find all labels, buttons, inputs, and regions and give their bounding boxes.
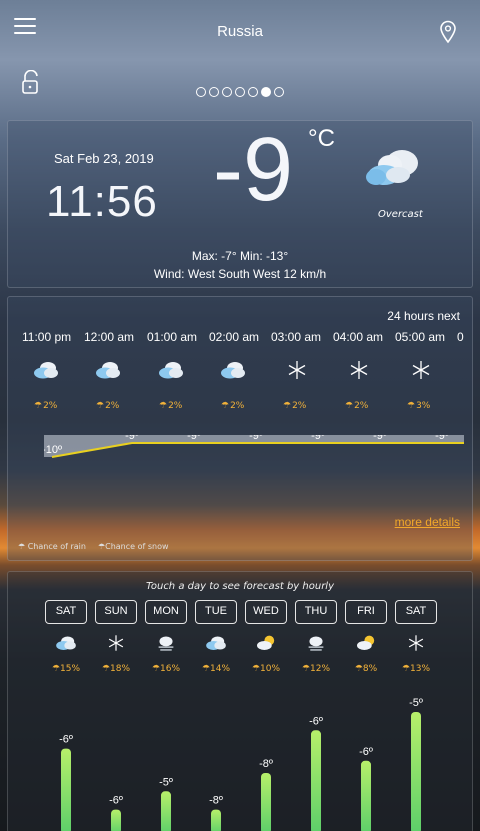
legend-snow: ☂Chance of snow (98, 542, 169, 551)
hour-time: 04:00 am (333, 330, 384, 344)
hour-chance: ☂ 2% (221, 401, 244, 411)
hour-temp-label: -9º (373, 435, 387, 442)
chart-legend: ☂ Chance of rain ☂Chance of snow (18, 542, 169, 551)
page-dot[interactable] (235, 87, 245, 97)
top-bar: Russia (0, 0, 480, 68)
hour-temp-label: -9º (435, 435, 449, 442)
current-temperature: -9 (213, 120, 294, 220)
hour-chance: ☂ 2% (96, 401, 119, 411)
hourly-forecast-card[interactable]: 24 hours next 11:00 pm 12:00 am 01:00 am… (7, 296, 473, 561)
current-weather-card: Sat Feb 23, 2019 11:56 -9 °C Overcast Ma… (7, 120, 473, 288)
day-temp-bar (61, 748, 71, 831)
current-date: Sat Feb 23, 2019 (54, 151, 154, 166)
umbrella-icon: ☂ (283, 401, 292, 411)
wind-info: Wind: West South West 12 km/h (153, 267, 327, 281)
map-pin-icon[interactable] (438, 20, 458, 44)
partly-cloudy-icon (96, 362, 120, 379)
day-temp-label: -6º (59, 734, 73, 746)
daily-temperature-bars: -6º -6º -5º -8º -8º -6º -6º -5º (59, 697, 423, 831)
snowflake-icon (288, 361, 306, 379)
day-temp-bar (411, 712, 421, 831)
snowflake-icon (412, 361, 430, 379)
umbrella-icon: ☂ (34, 401, 43, 411)
day-temp-label: -6º (309, 715, 323, 727)
current-time: 11:56 (46, 177, 158, 226)
partly-cloudy-icon (221, 362, 245, 379)
day-temp-bar (211, 809, 221, 831)
umbrella-icon: ☂ (221, 401, 230, 411)
cloud-overcast-icon (366, 150, 418, 185)
hour-chance-value: 2% (43, 401, 58, 411)
hour-chance: ☂ 2% (159, 401, 182, 411)
max-min-temperature: Max: -7° Min: -13° (191, 249, 289, 263)
hour-chance-value: 2% (292, 401, 307, 411)
hour-chance-value: 2% (230, 401, 245, 411)
day-temp-bar (111, 809, 121, 831)
hour-chance: ☂ 2% (283, 401, 306, 411)
partly-cloudy-icon (159, 362, 183, 379)
hour-time: 03:00 am (271, 330, 322, 344)
hour-chance: ☂ 2% (34, 401, 57, 411)
hour-time: 05:00 am (395, 330, 446, 344)
page-dot[interactable] (222, 87, 232, 97)
page-dot-active[interactable] (261, 87, 271, 97)
hour-temp-label: -10º (44, 444, 62, 456)
day-temp-label: -5º (159, 776, 173, 788)
umbrella-icon: ☂ (345, 401, 354, 411)
umbrella-icon: ☂ (96, 401, 105, 411)
legend-rain-label: Chance of rain (27, 542, 86, 551)
page-dot[interactable] (209, 87, 219, 97)
umbrella-icon: ☂ (159, 401, 168, 411)
hour-time: 02:00 am (209, 330, 260, 344)
legend-rain: ☂ Chance of rain (18, 542, 86, 551)
day-temp-label: -8º (259, 758, 273, 770)
umbrella-icon: ☂ (407, 401, 416, 411)
condition-label: Overcast (378, 209, 423, 220)
hour-chance-value: 2% (354, 401, 369, 411)
day-temp-label: -6º (109, 795, 123, 807)
more-details-link[interactable]: more details (395, 515, 460, 529)
partly-cloudy-icon (34, 362, 58, 379)
day-temp-label: -6º (359, 746, 373, 758)
hour-time: 0 (457, 330, 464, 344)
city-name[interactable]: Russia (0, 23, 480, 40)
hour-temp-label: -9º (249, 435, 263, 442)
umbrella-icon: ☂ (18, 542, 26, 551)
hour-chance: ☂ 3% (407, 401, 430, 411)
legend-snow-label: Chance of snow (105, 542, 169, 551)
page-dot[interactable] (196, 87, 206, 97)
temperature-unit[interactable]: °C (308, 125, 335, 153)
hour-time: 01:00 am (147, 330, 198, 344)
day-temp-bar (161, 791, 171, 831)
hour-chance: ☂ 2% (345, 401, 368, 411)
daily-forecast-card: Touch a day to see forecast by hourly SA… (7, 571, 473, 831)
day-temp-bar (361, 760, 371, 831)
page-dot[interactable] (274, 87, 284, 97)
hour-temp-label: -9º (311, 435, 325, 442)
snowflake-icon (350, 361, 368, 379)
hour-time: 12:00 am (84, 330, 135, 344)
hour-chance-value: 3% (416, 401, 431, 411)
day-temp-bar (311, 730, 321, 831)
hourly-temperature-graph: -10º -9º -9º -9º -9º -9º -9º (44, 435, 464, 458)
day-temp-bar (261, 773, 271, 831)
day-temp-label: -8º (209, 795, 223, 807)
hour-temp-label: -9º (187, 435, 201, 442)
page-dot[interactable] (248, 87, 258, 97)
page-indicator (0, 87, 480, 97)
hour-chance-value: 2% (105, 401, 120, 411)
hour-time: 11:00 pm (22, 330, 72, 344)
hourly-header: 24 hours next (387, 309, 460, 323)
hour-temp-label: -9º (125, 435, 139, 442)
hour-chance-value: 2% (168, 401, 183, 411)
day-temp-label: -5º (409, 697, 423, 709)
